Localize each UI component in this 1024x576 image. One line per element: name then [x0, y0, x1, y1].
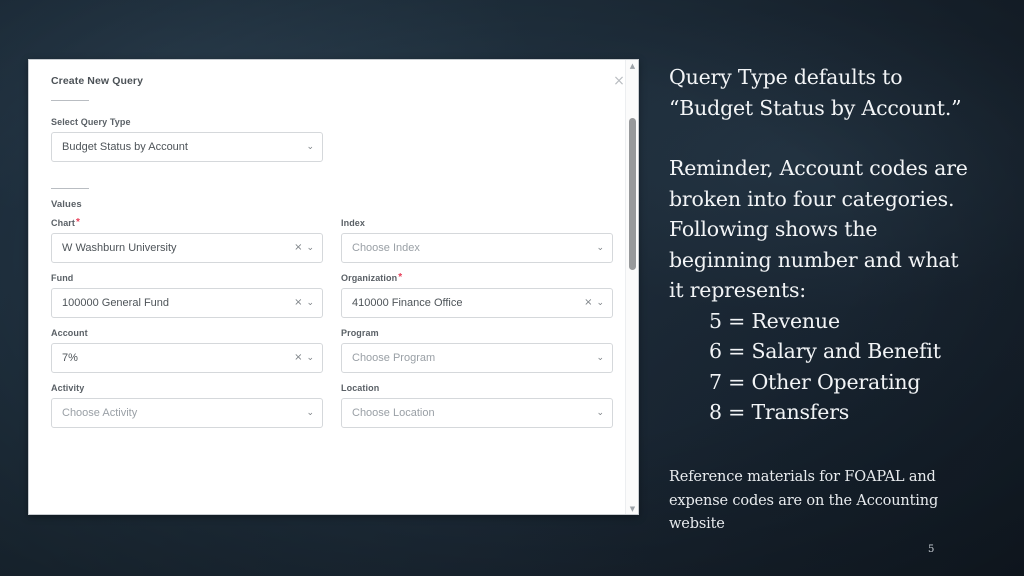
scrollbar-thumb[interactable]: [629, 118, 636, 270]
program-select[interactable]: Choose Program ⌄: [341, 343, 613, 373]
chevron-down-icon[interactable]: ⌄: [306, 142, 314, 152]
title-divider: [51, 100, 89, 101]
create-new-query-dialog: Create New Query Select Query Type Budge…: [28, 59, 639, 515]
slide-number: 5: [928, 544, 935, 555]
dialog-scrollbar[interactable]: ▲ ▼: [625, 60, 638, 514]
query-type-icons: ⌄: [306, 142, 314, 152]
clear-icon[interactable]: ×: [294, 298, 302, 308]
location-select[interactable]: Choose Location ⌄: [341, 398, 613, 428]
query-type-value: Budget Status by Account: [62, 141, 188, 153]
activity-select[interactable]: Choose Activity ⌄: [51, 398, 323, 428]
chevron-down-icon[interactable]: ⌄: [306, 298, 314, 308]
field-index: Index Choose Index ⌄: [341, 218, 613, 263]
note-line: beginning number and what: [669, 247, 959, 272]
chevron-down-icon[interactable]: ⌄: [596, 298, 604, 308]
account-icons: × ⌄: [294, 353, 314, 363]
organization-icons: × ⌄: [584, 298, 604, 308]
note-line: “Budget Status by Account.”: [669, 95, 962, 120]
footnote-line: website: [669, 516, 725, 532]
chevron-down-icon[interactable]: ⌄: [596, 408, 604, 418]
field-program: Program Choose Program ⌄: [341, 328, 613, 373]
account-select[interactable]: 7% × ⌄: [51, 343, 323, 373]
required-asterisk: *: [398, 272, 403, 283]
chart-label: Chart*: [51, 217, 81, 229]
note-paragraph-2: Reminder, Account codes are broken into …: [669, 153, 1019, 306]
chart-value: W Washburn University: [62, 242, 177, 254]
note-line: Reminder, Account codes are: [669, 156, 968, 180]
location-icons: ⌄: [596, 408, 604, 418]
chevron-down-icon[interactable]: ⌄: [596, 353, 604, 363]
field-chart: Chart* W Washburn University × ⌄: [51, 218, 323, 263]
activity-label: Activity: [51, 383, 85, 393]
chevron-down-icon[interactable]: ⌄: [306, 353, 314, 363]
organization-select[interactable]: 410000 Finance Office × ⌄: [341, 288, 613, 318]
footnote-line: Reference materials for FOAPAL and: [669, 469, 936, 485]
account-label: Account: [51, 328, 88, 338]
location-label: Location: [341, 383, 380, 393]
field-organization: Organization* 410000 Finance Office × ⌄: [341, 273, 613, 318]
clear-icon[interactable]: ×: [294, 243, 302, 253]
account-value: 7%: [62, 352, 78, 364]
values-section-label: Values: [51, 199, 82, 210]
chart-select[interactable]: W Washburn University × ⌄: [51, 233, 323, 263]
query-type-select[interactable]: Budget Status by Account ⌄: [51, 132, 323, 162]
index-placeholder: Choose Index: [352, 242, 420, 254]
fund-select[interactable]: 100000 General Fund × ⌄: [51, 288, 323, 318]
scroll-down-arrow-icon[interactable]: ▼: [626, 504, 638, 514]
fund-icons: × ⌄: [294, 298, 314, 308]
list-item: 6 = Salary and Benefit: [709, 339, 941, 363]
foapal-field-grid: Chart* W Washburn University × ⌄ Index C…: [51, 218, 618, 438]
footnote-line: expense codes are on the Accounting: [669, 492, 939, 509]
chevron-down-icon[interactable]: ⌄: [306, 408, 314, 418]
note-line: Query Type defaults to: [669, 65, 903, 89]
query-type-label: Select Query Type: [51, 117, 131, 127]
note-line: broken into four categories.: [669, 186, 955, 211]
note-paragraph-1: Query Type defaults to “Budget Status by…: [669, 62, 1019, 123]
program-placeholder: Choose Program: [352, 352, 436, 364]
field-account: Account 7% × ⌄: [51, 328, 323, 373]
list-item: 7 = Other Operating: [709, 369, 921, 394]
field-select-query-type: Select Query Type Budget Status by Accou…: [51, 117, 323, 162]
note-line: it represents:: [669, 278, 807, 302]
index-icons: ⌄: [596, 243, 604, 253]
scroll-up-arrow-icon[interactable]: ▲: [626, 61, 638, 72]
organization-value: 410000 Finance Office: [352, 297, 463, 309]
required-asterisk: *: [76, 217, 81, 228]
values-divider: [51, 188, 89, 189]
note-line: Following shows the: [669, 217, 878, 241]
field-location: Location Choose Location ⌄: [341, 383, 613, 428]
reference-footnote: Reference materials for FOAPAL and expen…: [669, 466, 1014, 537]
program-label: Program: [341, 328, 379, 338]
fund-label: Fund: [51, 273, 74, 283]
index-select[interactable]: Choose Index ⌄: [341, 233, 613, 263]
clear-icon[interactable]: ×: [584, 298, 592, 308]
chart-icons: × ⌄: [294, 243, 314, 253]
activity-icons: ⌄: [306, 408, 314, 418]
chevron-down-icon[interactable]: ⌄: [596, 243, 604, 253]
dialog-content: Create New Query Select Query Type Budge…: [29, 60, 638, 514]
program-icons: ⌄: [596, 353, 604, 363]
clear-icon[interactable]: ×: [294, 353, 302, 363]
account-code-category-list: 5 = Revenue 6 = Salary and Benefit 7 = O…: [669, 306, 1019, 428]
chevron-down-icon[interactable]: ⌄: [306, 243, 314, 253]
location-placeholder: Choose Location: [352, 407, 435, 419]
list-item: 5 = Revenue: [709, 308, 840, 333]
dialog-title: Create New Query: [51, 75, 144, 87]
slide-notes-panel: Query Type defaults to “Budget Status by…: [669, 62, 1019, 428]
field-activity: Activity Choose Activity ⌄: [51, 383, 323, 428]
field-fund: Fund 100000 General Fund × ⌄: [51, 273, 323, 318]
list-item: 8 = Transfers: [709, 400, 850, 424]
organization-label: Organization*: [341, 272, 403, 284]
activity-placeholder: Choose Activity: [62, 407, 138, 419]
fund-value: 100000 General Fund: [62, 297, 170, 309]
close-icon[interactable]: ×: [612, 74, 626, 88]
index-label: Index: [341, 218, 366, 228]
